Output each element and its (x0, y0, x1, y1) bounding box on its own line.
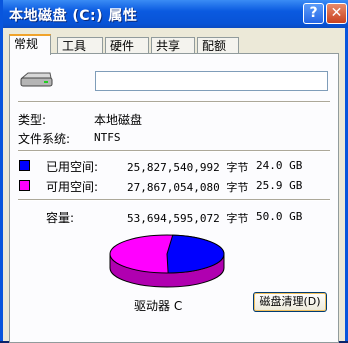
window-title: 本地磁盘 (C:) 属性 (9, 8, 138, 24)
drive-icon (20, 72, 53, 87)
capacity-size: 50.0 GB (256, 210, 303, 223)
used-label: 已用空间: (46, 160, 99, 174)
type-label: 类型: (18, 113, 47, 127)
capacity-bytes: 53,694,595,072 字节 (127, 212, 249, 225)
title-bar[interactable]: 本地磁盘 (C:) 属性 ? ✕ (3, 0, 348, 28)
filesystem-value: NTFS (94, 131, 121, 144)
free-bytes: 27,867,054,080 字节 (127, 181, 249, 194)
type-value: 本地磁盘 (94, 113, 143, 127)
used-size: 24.0 GB (256, 159, 303, 172)
help-button[interactable]: ? (303, 3, 324, 24)
disk-cleanup-button[interactable]: 磁盘清理(D) (253, 292, 327, 312)
drive-label: 驱动器 C (134, 299, 183, 313)
tab-quota[interactable]: 配额 (197, 37, 239, 53)
capacity-label: 容量: (46, 211, 75, 225)
general-panel: 类型: 本地磁盘 文件系统: NTFS 已用空间: 25,827,540,992… (9, 53, 339, 343)
properties-window: 本地磁盘 (C:) 属性 ? ✕ 常规 工具 硬件 共享 配额 类型: 本地磁盘… (0, 0, 348, 343)
free-size: 25.9 GB (256, 179, 303, 192)
disk-usage-pie-chart (109, 234, 225, 288)
volume-name-input[interactable] (95, 71, 328, 91)
close-button[interactable]: ✕ (326, 3, 347, 24)
tab-sharing[interactable]: 共享 (151, 37, 195, 53)
used-color-swatch (19, 160, 30, 171)
tab-tools[interactable]: 工具 (57, 37, 103, 53)
filesystem-label: 文件系统: (18, 132, 71, 146)
free-color-swatch (19, 180, 30, 191)
divider (18, 101, 330, 103)
tab-general[interactable]: 常规 (9, 34, 51, 55)
tab-hardware[interactable]: 硬件 (105, 37, 149, 53)
used-bytes: 25,827,540,992 字节 (127, 161, 249, 174)
divider (18, 150, 330, 152)
free-label: 可用空间: (46, 180, 99, 194)
divider (18, 199, 330, 201)
